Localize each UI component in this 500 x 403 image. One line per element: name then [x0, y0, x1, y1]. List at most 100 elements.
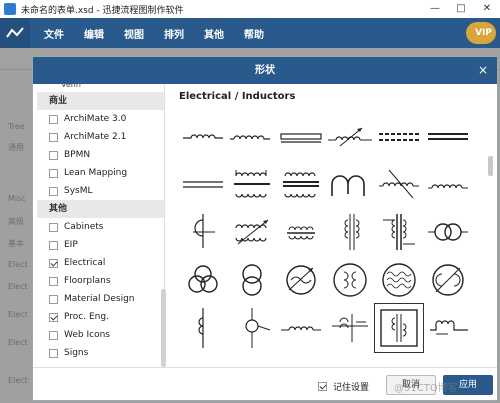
category-checkbox[interactable] [49, 186, 58, 196]
circle-coupled-icon[interactable] [326, 256, 374, 304]
shapes-panel: Electrical / Inductors [171, 84, 497, 367]
category-group-other: 其他 [37, 200, 164, 218]
vip-badge[interactable]: VIP [466, 22, 496, 44]
app-logo-icon [4, 3, 16, 15]
transformer-icon[interactable] [228, 160, 276, 208]
category-item-electrical[interactable]: Electrical [37, 254, 164, 272]
coil-winding-icon[interactable] [179, 208, 227, 256]
vertical-transformer-icon[interactable] [326, 208, 374, 256]
overlapping-circles-icon[interactable] [228, 256, 276, 304]
menu-edit[interactable]: 编辑 [84, 26, 104, 41]
dashed-core-inductor-icon[interactable] [375, 112, 423, 160]
triple-circle-icon[interactable] [179, 256, 227, 304]
shapes-section-title: Electrical / Inductors [179, 91, 296, 102]
category-item-eip[interactable]: EIP [37, 236, 164, 254]
category-item-lean-mapping[interactable]: Lean Mapping [37, 164, 164, 182]
category-label: EIP [64, 240, 78, 250]
menu-file[interactable]: 文件 [44, 26, 64, 41]
category-item-archimate-3-0[interactable]: ArchiMate 3.0 [37, 110, 164, 128]
category-item-bpmn[interactable]: BPMN [37, 146, 164, 164]
category-label: Floorplans [64, 276, 111, 286]
inductor-icon[interactable] [179, 112, 227, 160]
remember-label: 记住设置 [333, 383, 370, 393]
boxed-transformer-icon[interactable] [374, 303, 424, 353]
variable-inductor-icon[interactable] [326, 112, 374, 160]
category-item-proc-eng-[interactable]: Proc. Eng. [37, 308, 164, 326]
shape-row [179, 160, 479, 208]
omega-coil-icon[interactable] [326, 160, 374, 208]
remember-checkbox[interactable] [318, 382, 327, 391]
category-item-web-icons[interactable]: Web Icons [37, 326, 164, 344]
category-scrollbar[interactable] [161, 289, 166, 367]
shapes-scrollbar[interactable] [488, 156, 493, 176]
category-item-material-design[interactable]: Material Design [37, 290, 164, 308]
close-window-icon[interactable]: ✕ [474, 0, 500, 18]
category-label: Proc. Eng. [64, 312, 109, 322]
category-checkbox[interactable] [49, 222, 58, 232]
remember-settings[interactable]: 记住设置 [318, 380, 369, 393]
category-checkbox[interactable] [49, 150, 58, 160]
shapes-grid [179, 112, 479, 353]
minimize-icon[interactable]: — [422, 0, 448, 18]
category-checkbox[interactable] [49, 348, 58, 358]
title-bar: 未命名的表单.xsd - 迅捷流程图制作软件 — □ ✕ [0, 0, 500, 18]
category-group-business: 商业 [37, 92, 164, 110]
category-checkbox[interactable] [49, 114, 58, 124]
circle-arrow-icon[interactable] [228, 304, 276, 352]
air-coil-icon[interactable] [424, 160, 472, 208]
ground-coil-icon[interactable] [424, 304, 472, 352]
category-checkbox[interactable] [49, 330, 58, 340]
inductor-bracket-icon[interactable] [277, 112, 325, 160]
shape-row [179, 303, 479, 353]
iron-core-inductor-icon[interactable] [424, 112, 472, 160]
circle-mesh-icon[interactable] [375, 256, 423, 304]
menu-view[interactable]: 视图 [124, 26, 144, 41]
dual-circle-transformer-icon[interactable] [424, 208, 472, 256]
app-brand-icon [0, 18, 30, 48]
vertical-coil-icon[interactable] [179, 304, 227, 352]
category-item-cabinets[interactable]: Cabinets [37, 218, 164, 236]
maximize-icon[interactable]: □ [448, 0, 474, 18]
category-checkbox[interactable] [49, 168, 58, 178]
category-label: Web Icons [64, 330, 110, 340]
small-transformer-icon[interactable] [277, 208, 325, 256]
window-controls: — □ ✕ [422, 0, 500, 18]
category-item-cut: Venn [61, 84, 81, 89]
variable-circle-icon[interactable] [277, 256, 325, 304]
category-checkbox[interactable] [49, 258, 58, 268]
menu-help[interactable]: 帮助 [244, 26, 264, 41]
category-checkbox[interactable] [49, 132, 58, 142]
menu-bar: 文件 编辑 视图 排列 其他 帮助 VIP [0, 18, 500, 48]
close-icon[interactable]: × [475, 57, 491, 84]
category-list: Venn 商业 ArchiMate 3.0 ArchiMate 2.1 BPMN Le… [37, 84, 165, 367]
category-checkbox[interactable] [49, 294, 58, 304]
inductor-small-icon[interactable] [228, 112, 276, 160]
category-label: Material Design [64, 294, 135, 304]
circle-slash-icon[interactable] [424, 256, 472, 304]
category-label: ArchiMate 2.1 [64, 132, 127, 142]
variable-transformer-icon[interactable] [228, 208, 276, 256]
transformer-bars-icon[interactable] [375, 208, 423, 256]
category-label: Cabinets [64, 222, 104, 232]
double-line-icon[interactable] [179, 160, 227, 208]
transformer-core-icon[interactable] [277, 160, 325, 208]
category-item-floorplans[interactable]: Floorplans [37, 272, 164, 290]
window-title: 未命名的表单.xsd - 迅捷流程图制作软件 [21, 5, 184, 16]
category-item-signs[interactable]: Signs [37, 344, 164, 362]
cross-coil-icon[interactable] [326, 304, 374, 352]
category-label: Lean Mapping [64, 168, 128, 178]
dialog-title: 形状 [33, 57, 497, 84]
shapes-dialog: 形状 × Venn 商业 ArchiMate 3.0 ArchiMate 2.1 B… [32, 56, 498, 401]
shape-row [179, 208, 479, 256]
tapped-coil-icon[interactable] [375, 160, 423, 208]
menu-arrange[interactable]: 排列 [164, 26, 184, 41]
category-checkbox[interactable] [49, 276, 58, 286]
small-coil-icon[interactable] [277, 304, 325, 352]
menu-other[interactable]: 其他 [204, 26, 224, 41]
category-item-sysml[interactable]: SysML [37, 182, 164, 200]
category-checkbox[interactable] [49, 312, 58, 322]
category-item-archimate-2-1[interactable]: ArchiMate 2.1 [37, 128, 164, 146]
category-label: Signs [64, 348, 89, 358]
category-label: BPMN [64, 150, 91, 160]
category-checkbox[interactable] [49, 240, 58, 250]
